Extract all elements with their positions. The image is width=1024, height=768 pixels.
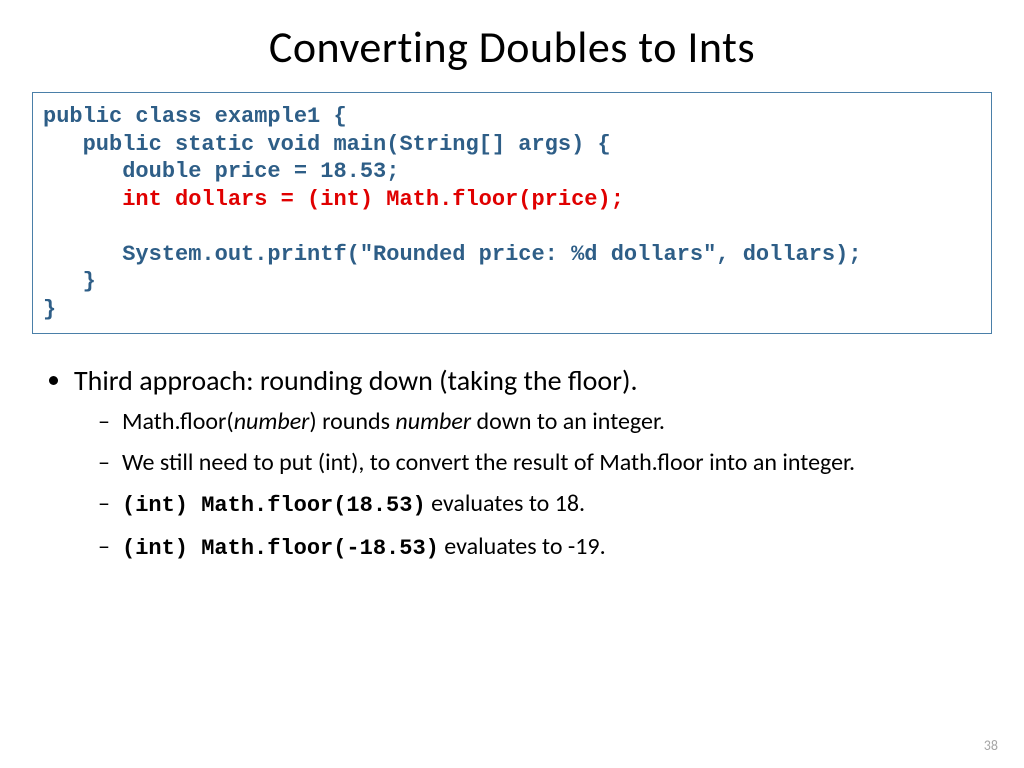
sub-4-text: evaluates to -19.: [439, 532, 606, 561]
sub-3-code: (int) Math.floor(18.53): [122, 493, 426, 518]
sub-1-part-e: down to an integer.: [471, 407, 665, 436]
page-number: 38: [984, 737, 998, 754]
sub-bullet-list: Math.floor(number) rounds number down to…: [74, 406, 992, 564]
sub-1-part-d: number: [395, 407, 471, 436]
sub-3-text: evaluates to 18.: [426, 489, 585, 518]
sub-1-part-c: ) rounds: [309, 407, 395, 436]
code-line-4: int dollars = (int) Math.floor(price);: [43, 187, 624, 212]
code-line-3: double price = 18.53;: [43, 159, 399, 184]
code-line-1: public class example1 {: [43, 104, 347, 129]
slide: Converting Doubles to Ints public class …: [0, 0, 1024, 768]
code-line-8: }: [43, 297, 56, 322]
sub-2-text: We still need to put (int), to convert t…: [122, 448, 855, 477]
bullet-item-1: Third approach: rounding down (taking th…: [74, 362, 992, 563]
code-line-7: }: [43, 269, 96, 294]
sub-1-part-a: Math.floor(: [122, 407, 234, 436]
slide-title: Converting Doubles to Ints: [32, 20, 992, 74]
sub-item-2: We still need to put (int), to convert t…: [98, 447, 992, 478]
bullet-list: Third approach: rounding down (taking th…: [32, 362, 992, 563]
sub-item-3: (int) Math.floor(18.53) evaluates to 18.: [98, 488, 992, 521]
sub-4-code: (int) Math.floor(-18.53): [122, 536, 439, 561]
sub-item-4: (int) Math.floor(-18.53) evaluates to -1…: [98, 531, 992, 564]
sub-1-part-b: number: [234, 407, 310, 436]
bullet-1-text: Third approach: rounding down (taking th…: [74, 363, 638, 398]
code-line-2: public static void main(String[] args) {: [43, 132, 611, 157]
code-block: public class example1 { public static vo…: [32, 92, 992, 334]
code-line-6: System.out.printf("Rounded price: %d dol…: [43, 242, 862, 267]
sub-item-1: Math.floor(number) rounds number down to…: [98, 406, 992, 437]
